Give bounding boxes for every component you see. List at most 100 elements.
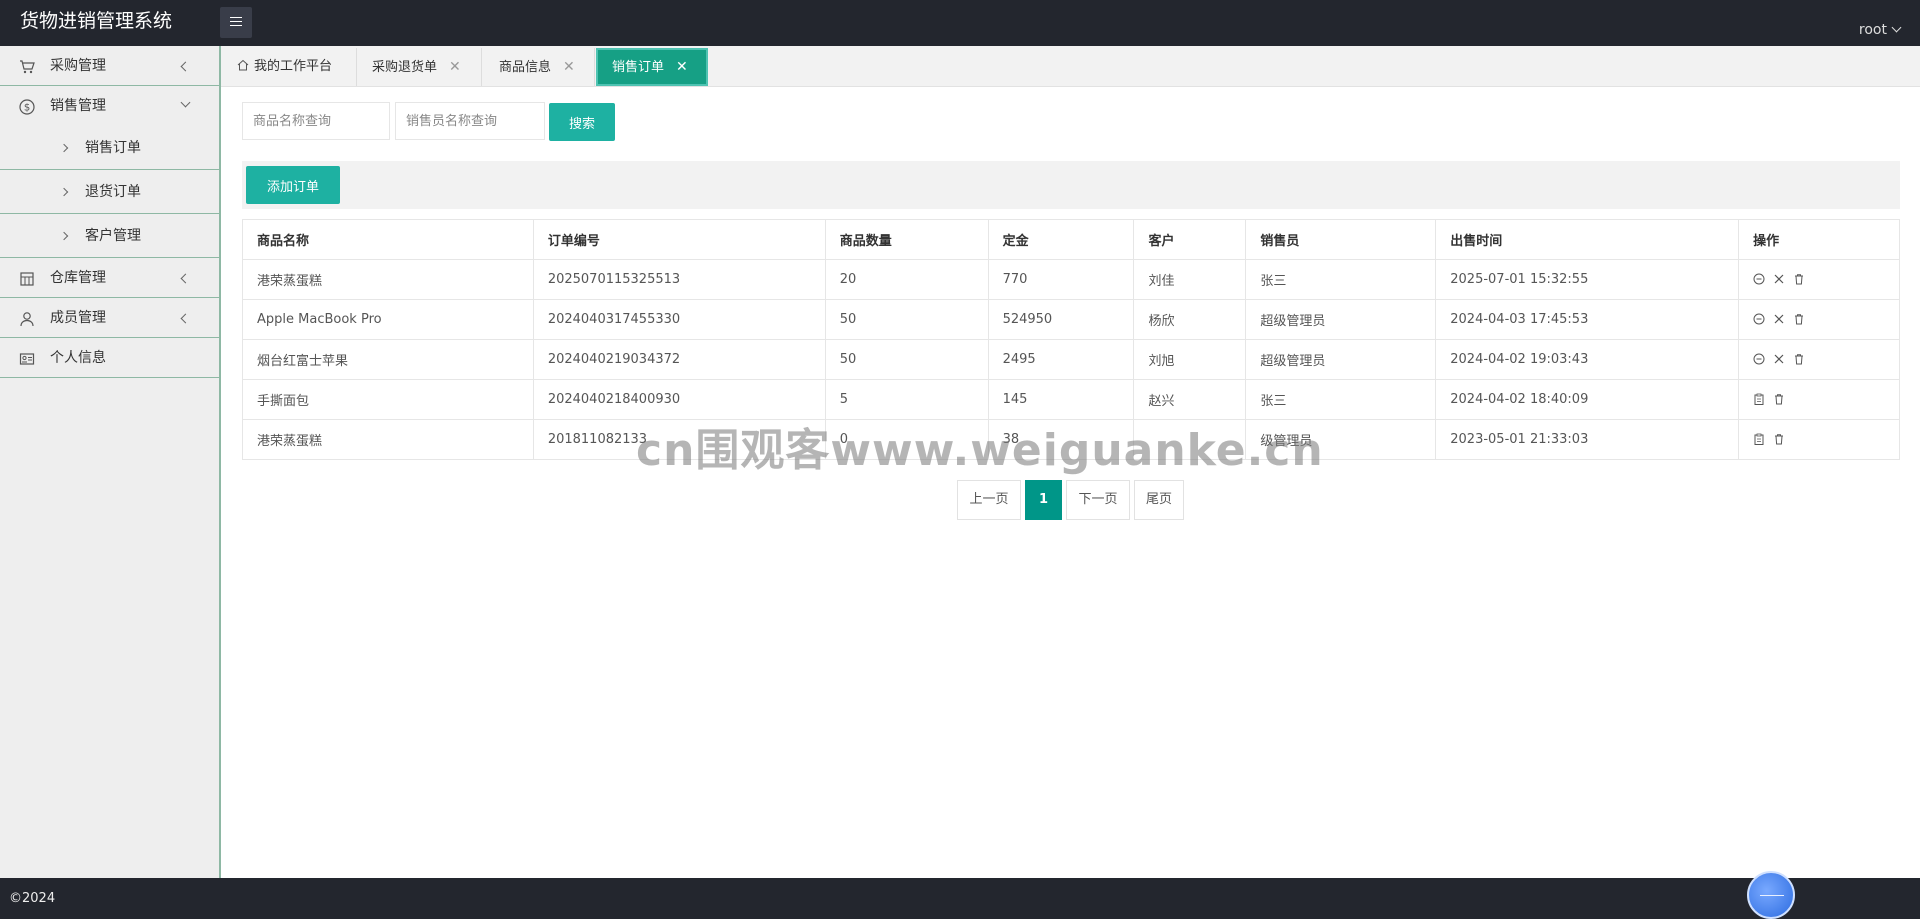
column-header[interactable]: 定金	[987, 219, 1135, 260]
cell-time: 2024-04-02 18:40:09	[1435, 379, 1740, 420]
column-header[interactable]: 销售员	[1245, 219, 1437, 260]
cell-deposit: 524950	[987, 299, 1135, 340]
column-header[interactable]: 客户	[1133, 219, 1247, 260]
trash-icon[interactable]	[1773, 393, 1785, 405]
sidebar-subitem-return-order[interactable]: 退货订单	[0, 170, 219, 214]
tab-sales-order[interactable]: 销售订单 ✕	[596, 48, 708, 86]
cell-actions	[1738, 339, 1900, 380]
cell-order-no: 2024040317455330	[532, 299, 826, 340]
sidebar-item-label: 成员管理	[50, 310, 106, 326]
sidebar-item-label: 采购管理	[50, 58, 106, 74]
user-icon	[20, 312, 34, 327]
close-icon[interactable]	[1773, 313, 1785, 325]
dollar-icon: $	[19, 99, 35, 115]
trash-icon[interactable]	[1793, 353, 1805, 365]
cell-time: 2024-04-03 17:45:53	[1435, 299, 1740, 340]
floating-assistant-button[interactable]	[1747, 871, 1795, 919]
next-page-button[interactable]: 下一页	[1066, 480, 1130, 520]
trash-icon[interactable]	[1793, 313, 1805, 325]
cell-deposit: 770	[987, 259, 1135, 300]
tab-product-info[interactable]: 商品信息 ✕	[482, 48, 595, 86]
trash-icon[interactable]	[1793, 273, 1805, 285]
sidebar-item-label: 销售管理	[50, 98, 106, 114]
sidebar-item-warehouse[interactable]: 仓库管理	[0, 258, 219, 298]
menu-toggle-button[interactable]	[220, 7, 252, 38]
top-header: 货物进销管理系统 root	[0, 0, 1920, 46]
cell-qty: 50	[824, 299, 989, 340]
cell-time: 2025-07-01 15:32:55	[1435, 259, 1740, 300]
table-toolbar: 添加订单	[242, 161, 1900, 209]
warehouse-icon	[20, 272, 34, 286]
close-icon[interactable]: ✕	[563, 48, 575, 86]
trash-icon[interactable]	[1773, 433, 1785, 445]
close-icon[interactable]	[1773, 353, 1785, 365]
cart-icon	[20, 60, 35, 74]
table-row: Apple MacBook Pro 2024040317455330 50 52…	[242, 299, 1900, 340]
cell-actions	[1738, 259, 1900, 300]
last-page-button[interactable]: 尾页	[1134, 480, 1184, 520]
prev-page-button[interactable]: 上一页	[957, 480, 1021, 520]
tab-workbench[interactable]: 我的工作平台	[221, 48, 357, 86]
cell-product: 手撕面包	[242, 379, 534, 420]
cell-customer: 刘旭	[1133, 339, 1247, 380]
minus-circle-icon[interactable]	[1753, 313, 1765, 325]
tab-purchase-return[interactable]: 采购退货单 ✕	[357, 48, 482, 86]
cell-order-no: 2025070115325513	[532, 259, 826, 300]
add-order-button[interactable]: 添加订单	[246, 166, 340, 204]
cell-product: Apple MacBook Pro	[242, 299, 534, 340]
cell-seller: 超级管理员	[1245, 299, 1437, 340]
sidebar-item-label: 仓库管理	[50, 270, 106, 286]
search-button[interactable]: 搜索	[549, 103, 615, 141]
cell-order-no: 2024040219034372	[532, 339, 826, 380]
column-header[interactable]: 商品名称	[242, 219, 534, 260]
cell-time: 2024-04-02 19:03:43	[1435, 339, 1740, 380]
footer: ©2024	[0, 878, 1920, 919]
chevron-right-icon	[59, 143, 69, 153]
chevron-left-icon	[180, 273, 191, 284]
column-header[interactable]: 出售时间	[1435, 219, 1740, 260]
column-header[interactable]: 商品数量	[824, 219, 989, 260]
sidebar-subitem-label: 退货订单	[85, 184, 141, 200]
cell-actions	[1738, 379, 1900, 420]
clipboard-icon[interactable]	[1753, 433, 1765, 445]
user-menu[interactable]: root	[1859, 0, 1902, 46]
product-name-search-input[interactable]	[242, 102, 390, 140]
sidebar-subitem-sales-order[interactable]: 销售订单	[0, 126, 219, 170]
clipboard-icon[interactable]	[1753, 393, 1765, 405]
close-icon[interactable]: ✕	[676, 50, 688, 84]
cell-product: 港荣蒸蛋糕	[242, 419, 534, 460]
sidebar-item-members[interactable]: 成员管理	[0, 298, 219, 338]
close-icon[interactable]	[1773, 273, 1785, 285]
sidebar-item-purchase[interactable]: 采购管理	[0, 46, 219, 86]
close-icon[interactable]: ✕	[449, 48, 461, 86]
seller-name-search-input[interactable]	[395, 102, 545, 140]
sidebar-item-sales[interactable]: $ 销售管理	[0, 86, 219, 126]
cell-deposit: 2495	[987, 339, 1135, 380]
table-row: 烟台红富士苹果 2024040219034372 50 2495 刘旭 超级管理…	[242, 339, 1900, 380]
column-header[interactable]: 订单编号	[532, 219, 826, 260]
cell-actions	[1738, 299, 1900, 340]
sidebar-item-profile[interactable]: 个人信息	[0, 338, 219, 378]
minus-circle-icon[interactable]	[1753, 353, 1765, 365]
chevron-down-icon	[180, 97, 191, 108]
sidebar-subitem-customers[interactable]: 客户管理	[0, 214, 219, 258]
cell-seller: 超级管理员	[1245, 339, 1437, 380]
tab-label: 采购退货单	[372, 60, 438, 75]
tab-label: 销售订单	[612, 60, 665, 75]
copyright: ©2024	[9, 891, 56, 906]
list-icon	[230, 17, 242, 28]
watermark: cn围观客www.weiguanke.cn	[636, 425, 1324, 476]
sidebar: 采购管理 $ 销售管理 销售订单 退货订单 客户管理 仓库管理 成员管理 个人信…	[0, 46, 221, 878]
chevron-right-icon	[59, 231, 69, 241]
sidebar-item-label: 个人信息	[50, 350, 106, 366]
tab-label: 我的工作平台	[254, 59, 333, 74]
cell-customer: 刘佳	[1133, 259, 1247, 300]
minus-circle-icon[interactable]	[1753, 273, 1765, 285]
tab-bar: 我的工作平台 采购退货单 ✕ 商品信息 ✕ 销售订单 ✕	[221, 46, 1920, 87]
cell-qty: 20	[824, 259, 989, 300]
column-header: 操作	[1738, 219, 1900, 260]
table-header-row: 商品名称 订单编号 商品数量 定金 客户 销售员 出售时间 操作	[242, 219, 1900, 260]
current-page-button[interactable]: 1	[1025, 480, 1062, 520]
tab-label: 商品信息	[499, 60, 552, 75]
cell-qty: 50	[824, 339, 989, 380]
